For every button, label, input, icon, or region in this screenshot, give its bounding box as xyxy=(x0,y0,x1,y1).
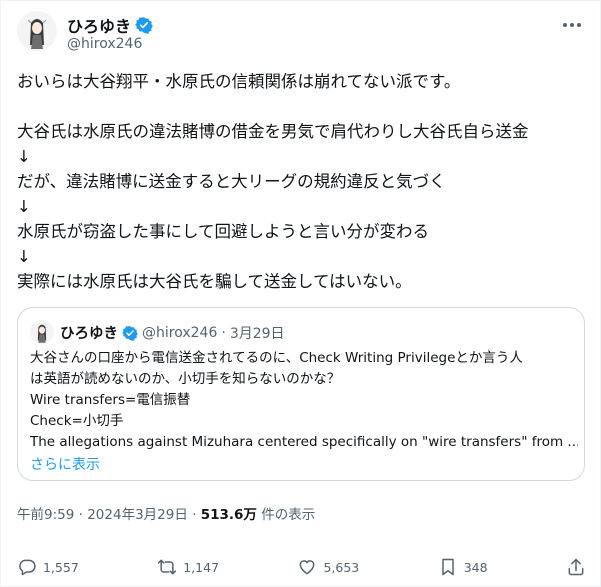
heart-icon xyxy=(300,560,315,575)
quoted-line: は英語が読めないのか、小切手を知らないのかな？ xyxy=(30,371,341,387)
tweet-line: ↓ xyxy=(17,147,31,166)
quoted-separator: · xyxy=(221,324,226,341)
quoted-avatar[interactable] xyxy=(30,320,54,344)
bookmark-count: 348 xyxy=(463,559,488,575)
avatar-illustration-icon xyxy=(30,320,54,344)
quoted-handle: @hirox246 xyxy=(142,324,218,341)
avatar[interactable] xyxy=(17,11,57,51)
more-options-icon[interactable] xyxy=(560,15,584,35)
like-button[interactable]: 5,653 xyxy=(297,557,359,577)
tweet-text: おいらは大谷翔平・水原氏の信頼関係は崩れてない派です。 大谷氏は水原氏の違法賭博… xyxy=(17,69,587,294)
reply-count: 1,557 xyxy=(43,559,79,575)
quoted-line: Wire transfers=電信振替 xyxy=(30,392,191,408)
quoted-date: 3月29日 xyxy=(229,325,285,342)
post-date[interactable]: 2024年3月29日 xyxy=(87,507,188,523)
tweet-metadata: 午前9:59 · 2024年3月29日 · 513.6万 件の表示 xyxy=(17,503,315,523)
tweet-line: 実際には水原氏は大谷氏を騙して送金してはいない。 xyxy=(17,272,412,291)
reply-button[interactable]: 1,557 xyxy=(17,557,79,577)
author-name[interactable]: ひろゆき xyxy=(67,13,131,37)
view-count: 513.6万 xyxy=(200,507,257,523)
quoted-line: 大谷さんの口座から電信送金されてるのに、Check Writing Privil… xyxy=(30,350,523,366)
quoted-author-name: ひろゆき xyxy=(60,326,118,342)
author-name-row: ひろゆき xyxy=(67,13,153,37)
avatar-illustration-icon xyxy=(17,11,57,51)
repost-button[interactable]: 1,147 xyxy=(157,557,219,577)
tweet-line: おいらは大谷翔平・水原氏の信頼関係は崩れてない派です。 xyxy=(17,72,461,91)
like-count: 5,653 xyxy=(323,559,360,575)
tweet-line: 水原氏が窃盗した事にして回避しようと言い分が変わる xyxy=(17,222,430,241)
tweet-line: だが、違法賭博に送金すると大リーグの規約違反と気づく xyxy=(17,172,446,191)
quoted-line: Check=小切手 xyxy=(30,413,124,429)
verified-badge-icon xyxy=(122,325,138,341)
share-button[interactable] xyxy=(566,557,586,577)
share-icon xyxy=(568,558,584,576)
quoted-text: 大谷さんの口座から電信送金されてるのに、Check Writing Privil… xyxy=(30,348,578,453)
reply-icon xyxy=(19,559,36,576)
quoted-header: ひろゆき @hirox246 · 3月29日 xyxy=(60,322,285,343)
verified-badge-icon[interactable] xyxy=(135,16,153,34)
action-bar: 1,557 1,147 5,653 348 xyxy=(17,555,586,579)
tweet-line: ↓ xyxy=(17,247,31,266)
author-handle[interactable]: @hirox246 xyxy=(67,36,142,52)
show-more-link[interactable]: さらに表示 xyxy=(30,454,100,474)
tweet-line xyxy=(17,94,587,119)
view-label: 件の表示 xyxy=(261,507,316,523)
bookmark-icon xyxy=(441,558,454,576)
quoted-line: The allegations against Mizuhara centere… xyxy=(30,434,578,450)
meta-separator: · xyxy=(78,507,83,523)
quoted-tweet[interactable]: ひろゆき @hirox246 · 3月29日 大谷さんの口座から電信送金されてる… xyxy=(17,307,585,481)
tweet-card: ひろゆき @hirox246 おいらは大谷翔平・水原氏の信頼関係は崩れてない派で… xyxy=(0,0,601,587)
repost-icon xyxy=(158,559,177,575)
tweet-line: ↓ xyxy=(17,197,31,216)
bookmark-button[interactable]: 348 xyxy=(438,557,488,577)
post-time[interactable]: 午前9:59 xyxy=(17,507,74,523)
tweet-line: 大谷氏は水原氏の違法賭博の借金を男気で肩代わりし大谷氏自ら送金 xyxy=(17,122,529,141)
repost-count: 1,147 xyxy=(183,559,220,575)
meta-separator: · xyxy=(192,507,197,523)
